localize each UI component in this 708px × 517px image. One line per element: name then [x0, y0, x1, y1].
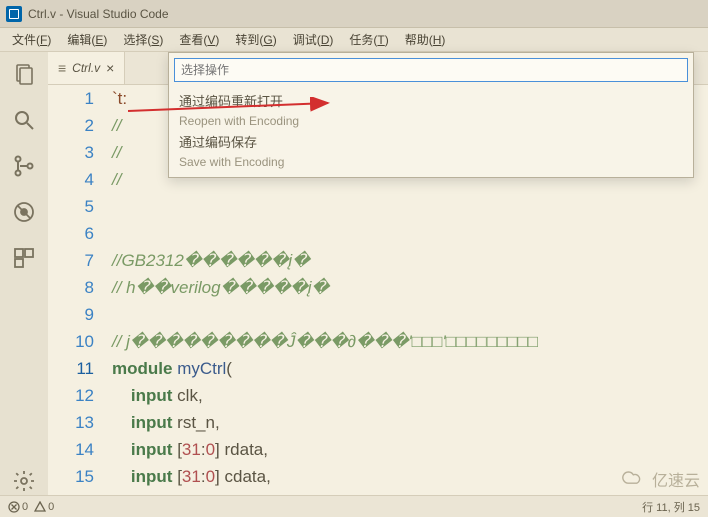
- code-text[interactable]: module myCtrl(: [112, 355, 708, 382]
- close-icon[interactable]: ×: [106, 60, 114, 76]
- palette-list: 通过编码重新打开Reopen with Encoding通过编码保存Save w…: [169, 87, 693, 177]
- line-number: 9: [48, 301, 112, 328]
- menu-item[interactable]: 帮助(H): [397, 29, 454, 50]
- cursor-position[interactable]: 行 11, 列 15: [642, 499, 700, 515]
- activitybar: [0, 52, 48, 495]
- code-line[interactable]: 13 input rst_n,: [48, 409, 708, 436]
- warnings-indicator[interactable]: 0: [34, 501, 54, 513]
- line-number: 10: [48, 328, 112, 355]
- source-control-icon[interactable]: [10, 152, 38, 180]
- line-number: 14: [48, 436, 112, 463]
- code-text[interactable]: input [31:0] cdata,: [112, 463, 708, 490]
- palette-item-sub[interactable]: Save with Encoding: [169, 153, 693, 171]
- code-line[interactable]: 9: [48, 301, 708, 328]
- errors-count: 0: [22, 501, 28, 513]
- line-number: 7: [48, 247, 112, 274]
- extensions-icon[interactable]: [10, 244, 38, 272]
- menu-item[interactable]: 编辑(E): [59, 29, 115, 50]
- watermark: 亿速云: [620, 467, 700, 491]
- warnings-count: 0: [48, 501, 54, 513]
- code-text[interactable]: // h��verilog�����į�: [112, 274, 708, 301]
- palette-item[interactable]: 通过编码重新打开: [169, 89, 693, 112]
- code-line[interactable]: 7//GB2312������į�: [48, 247, 708, 274]
- command-palette: 通过编码重新打开Reopen with Encoding通过编码保存Save w…: [168, 52, 694, 178]
- line-number: 3: [48, 139, 112, 166]
- code-line[interactable]: 15 input [31:0] cdata,: [48, 463, 708, 490]
- code-line[interactable]: 14 input [31:0] rdata,: [48, 436, 708, 463]
- line-number: 1: [48, 85, 112, 112]
- line-number: 5: [48, 193, 112, 220]
- debug-icon[interactable]: [10, 198, 38, 226]
- palette-input[interactable]: [174, 58, 688, 82]
- vscode-app-icon: [6, 6, 22, 22]
- line-number: 8: [48, 274, 112, 301]
- menu-item[interactable]: 任务(T): [341, 29, 396, 50]
- watermark-text: 亿速云: [652, 467, 700, 491]
- menu-item[interactable]: 转到(G): [227, 29, 284, 50]
- code-text[interactable]: input rst_n,: [112, 409, 708, 436]
- file-icon: ≡: [58, 60, 66, 76]
- code-text[interactable]: [112, 220, 708, 247]
- tab-label: Ctrl.v: [72, 61, 100, 75]
- line-number: 11: [48, 355, 112, 382]
- line-number: 6: [48, 220, 112, 247]
- code-line[interactable]: 5: [48, 193, 708, 220]
- tab-ctrl-v[interactable]: ≡ Ctrl.v ×: [48, 52, 125, 84]
- code-text[interactable]: //GB2312������į�: [112, 247, 708, 274]
- line-number: 15: [48, 463, 112, 490]
- palette-item[interactable]: 通过编码保存: [169, 130, 693, 153]
- errors-indicator[interactable]: 0: [8, 501, 28, 513]
- line-number: 4: [48, 166, 112, 193]
- settings-gear-icon[interactable]: [10, 467, 38, 495]
- code-line[interactable]: 12 input clk,: [48, 382, 708, 409]
- explorer-icon[interactable]: [10, 60, 38, 88]
- code-text[interactable]: [112, 301, 708, 328]
- code-text[interactable]: [112, 193, 708, 220]
- code-text[interactable]: input clk,: [112, 382, 708, 409]
- code-text[interactable]: input [31:0] rdata,: [112, 436, 708, 463]
- line-number: 12: [48, 382, 112, 409]
- search-icon[interactable]: [10, 106, 38, 134]
- titlebar: Ctrl.v - Visual Studio Code: [0, 0, 708, 28]
- statusbar: 0 0 行 11, 列 15: [0, 495, 708, 517]
- code-line[interactable]: 10// j���������Ĵ���∂���'□□□'□□□□□□□□□: [48, 328, 708, 355]
- code-line[interactable]: 6: [48, 220, 708, 247]
- menu-item[interactable]: 文件(F): [4, 29, 59, 50]
- line-number: 13: [48, 409, 112, 436]
- code-line[interactable]: 8// h��verilog�����į�: [48, 274, 708, 301]
- menu-item[interactable]: 调试(D): [285, 29, 342, 50]
- menubar: 文件(F)编辑(E)选择(S)查看(V)转到(G)调试(D)任务(T)帮助(H): [0, 28, 708, 52]
- code-line[interactable]: 11module myCtrl(: [48, 355, 708, 382]
- window-title: Ctrl.v - Visual Studio Code: [28, 7, 169, 21]
- code-text[interactable]: // j���������Ĵ���∂���'□□□'□□□□□□□□□: [112, 328, 708, 355]
- line-number: 2: [48, 112, 112, 139]
- menu-item[interactable]: 查看(V): [171, 29, 227, 50]
- palette-item-sub[interactable]: Reopen with Encoding: [169, 112, 693, 130]
- menu-item[interactable]: 选择(S): [115, 29, 171, 50]
